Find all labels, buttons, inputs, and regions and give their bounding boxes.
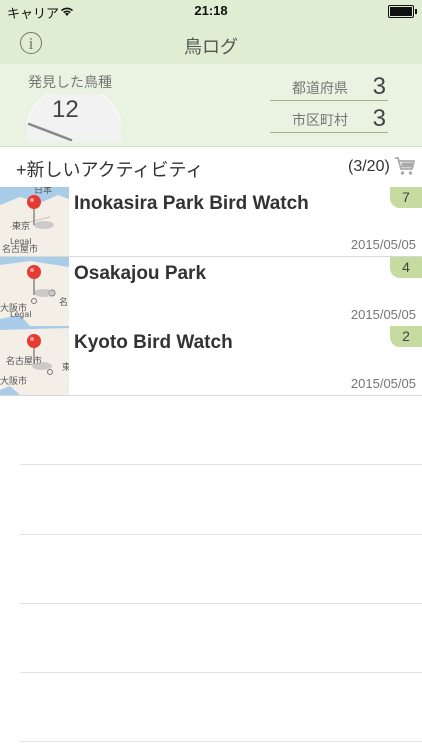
- activity-name: Kyoto Bird Watch: [74, 332, 233, 353]
- prefectures-label: 都道府県: [292, 80, 348, 96]
- cities-count: 3: [372, 105, 386, 132]
- map-thumbnail: 名古屋市 大阪市 東: [0, 326, 69, 395]
- activity-row[interactable]: 名古屋市 大阪市 東 Kyoto Bird Watch 2 2015/05/05: [0, 326, 422, 396]
- status-bar: キャリア 21:18: [0, 0, 422, 22]
- activity-name: Osakajou Park: [74, 263, 207, 284]
- nav-bar: i 鳥ログ: [0, 22, 422, 64]
- map-label: 東: [62, 361, 69, 373]
- empty-row-separator: [20, 534, 422, 535]
- map-label: 東京: [12, 220, 30, 232]
- activity-row[interactable]: 日本 東京 Legal 名古屋市 Inokasira Park Bird Wat…: [0, 187, 422, 257]
- map-thumbnail: 日本 東京 Legal 名古屋市: [0, 187, 69, 256]
- found-species-count: 12: [52, 96, 79, 123]
- map-label: 名: [59, 296, 68, 308]
- species-badge: 7: [390, 187, 422, 208]
- empty-row-separator: [20, 464, 422, 465]
- new-activity-button[interactable]: +新しいアクティビティ (3/20): [0, 147, 422, 188]
- found-species-label: 発見した鳥種: [28, 74, 112, 90]
- battery-icon: [388, 5, 417, 18]
- map-thumbnail: 大阪市 Legal 名: [0, 257, 69, 326]
- activity-name: Inokasira Park Bird Watch: [74, 193, 309, 214]
- activity-date: 2015/05/05: [350, 376, 416, 391]
- species-badge: 2: [390, 326, 422, 347]
- map-label: 日本: [34, 187, 52, 196]
- map-label: 大阪市: [0, 375, 27, 387]
- map-label: 名古屋市: [2, 243, 38, 255]
- cities-stat: 市区町村 3: [270, 105, 388, 133]
- summary-panel: 発見した鳥種 12 都道府県 3 市区町村 3: [0, 64, 422, 147]
- activity-date: 2015/05/05: [350, 307, 416, 322]
- status-time: 21:18: [194, 3, 228, 18]
- map-label: Legal: [10, 310, 31, 319]
- empty-row-separator: [20, 741, 422, 742]
- cart-icon[interactable]: [394, 156, 416, 176]
- activity-count: (3/20): [348, 158, 390, 175]
- prefectures-count: 3: [372, 73, 386, 100]
- activity-row[interactable]: 大阪市 Legal 名 Osakajou Park 4 2015/05/05: [0, 257, 422, 327]
- cities-label: 市区町村: [292, 112, 348, 128]
- new-activity-label: +新しいアクティビティ: [16, 160, 204, 180]
- empty-row-separator: [20, 672, 422, 673]
- empty-row-separator: [20, 603, 422, 604]
- species-badge: 4: [390, 257, 422, 278]
- page-title: 鳥ログ: [184, 37, 238, 57]
- activity-date: 2015/05/05: [350, 237, 416, 252]
- prefectures-stat: 都道府県 3: [270, 73, 388, 101]
